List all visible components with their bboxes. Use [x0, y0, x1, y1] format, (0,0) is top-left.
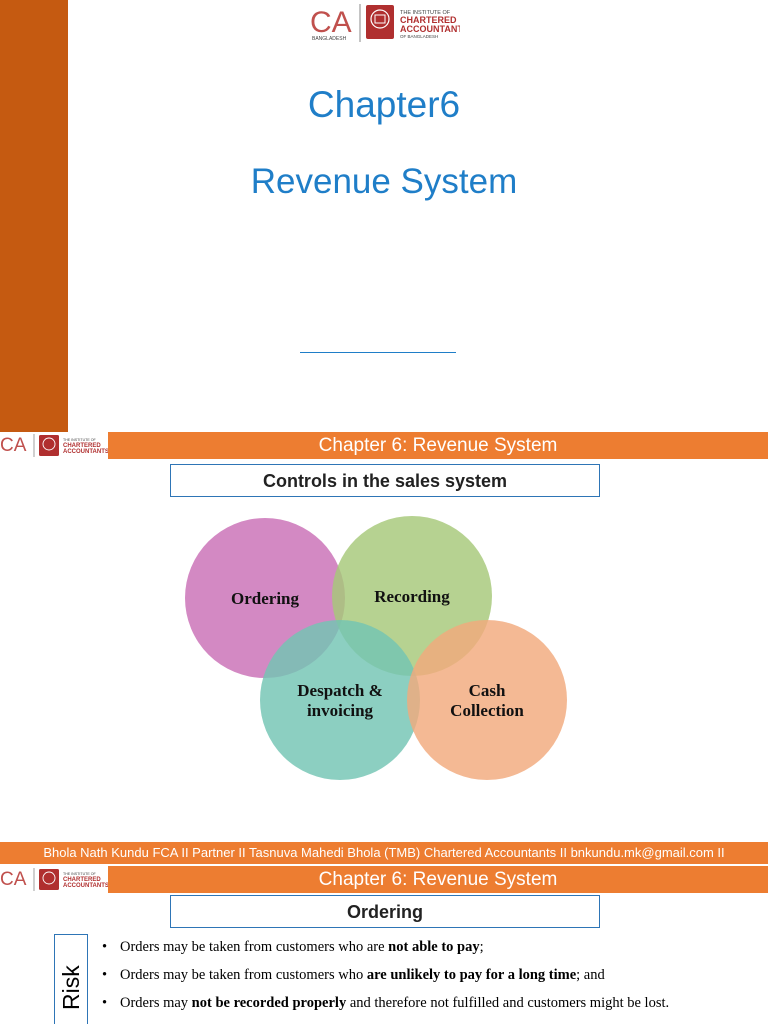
venn-circle-despatch — [260, 620, 420, 780]
icab-logo: CA BANGLADESH THE INSTITUTE OF CHARTERED… — [310, 3, 469, 43]
slide-header-text: Chapter 6: Revenue System — [318, 869, 558, 890]
list-item: • Orders may not be recorded properly and… — [102, 995, 670, 1011]
svg-text:OF BANGLADESH: OF BANGLADESH — [400, 34, 438, 39]
list-item: • Orders may be taken from customers who … — [102, 967, 605, 983]
header-logo-small: CA THE INSTITUTE OF CHARTERED ACCOUNTANT… — [0, 866, 109, 893]
svg-text:THE INSTITUTE OF: THE INSTITUTE OF — [63, 438, 97, 442]
venn-label-recording: Recording — [374, 587, 450, 606]
venn-label-despatch-2: invoicing — [307, 701, 374, 720]
chapter-subtitle: Revenue System — [250, 162, 518, 201]
title-slide: CA BANGLADESH THE INSTITUTE OF CHARTERED… — [0, 0, 768, 432]
risk-side-label: Risk — [58, 965, 84, 1010]
svg-text:CA: CA — [0, 869, 27, 890]
ca-country-text: BANGLADESH — [312, 36, 347, 42]
svg-text:ACCOUNTANTS: ACCOUNTANTS — [400, 24, 460, 34]
section-heading: Ordering — [170, 895, 600, 928]
slide-header-band: Chapter 6: Revenue System — [108, 866, 768, 893]
side-accent-bar — [0, 0, 68, 432]
controls-venn-diagram: Ordering Recording Despatch & invoicing … — [185, 516, 567, 780]
section-heading: Controls in the sales system — [170, 464, 600, 497]
slide-header-text: Chapter 6: Revenue System — [318, 435, 558, 456]
svg-text:Risk: Risk — [58, 965, 84, 1010]
title-underline — [300, 352, 456, 353]
header-logo-small: CA THE INSTITUTE OF CHARTERED ACCOUNTANT… — [0, 432, 109, 459]
venn-label-ordering: Ordering — [231, 589, 299, 608]
venn-label-cash-2: Collection — [450, 701, 524, 720]
risk-bullet-list: • Orders may be taken from customers who … — [100, 938, 740, 1022]
list-item: • Orders may be taken from customers who … — [102, 939, 484, 955]
slide-header-band: Chapter 6: Revenue System — [108, 432, 768, 459]
chapter-title: Chapter6 — [307, 84, 461, 125]
venn-label-cash-1: Cash — [469, 681, 506, 700]
presenter-footer: Bhola Nath Kundu FCA II Partner II Tasnu… — [0, 842, 768, 864]
svg-text:CA: CA — [0, 435, 27, 456]
svg-text:THE INSTITUTE OF: THE INSTITUTE OF — [63, 872, 97, 876]
svg-text:ACCOUNTANTS: ACCOUNTANTS — [63, 883, 108, 889]
svg-text:ACCOUNTANTS: ACCOUNTANTS — [63, 449, 108, 455]
venn-label-despatch-1: Despatch & — [297, 681, 382, 700]
ca-mark-text: CA — [310, 6, 352, 39]
venn-circle-cash — [407, 620, 567, 780]
